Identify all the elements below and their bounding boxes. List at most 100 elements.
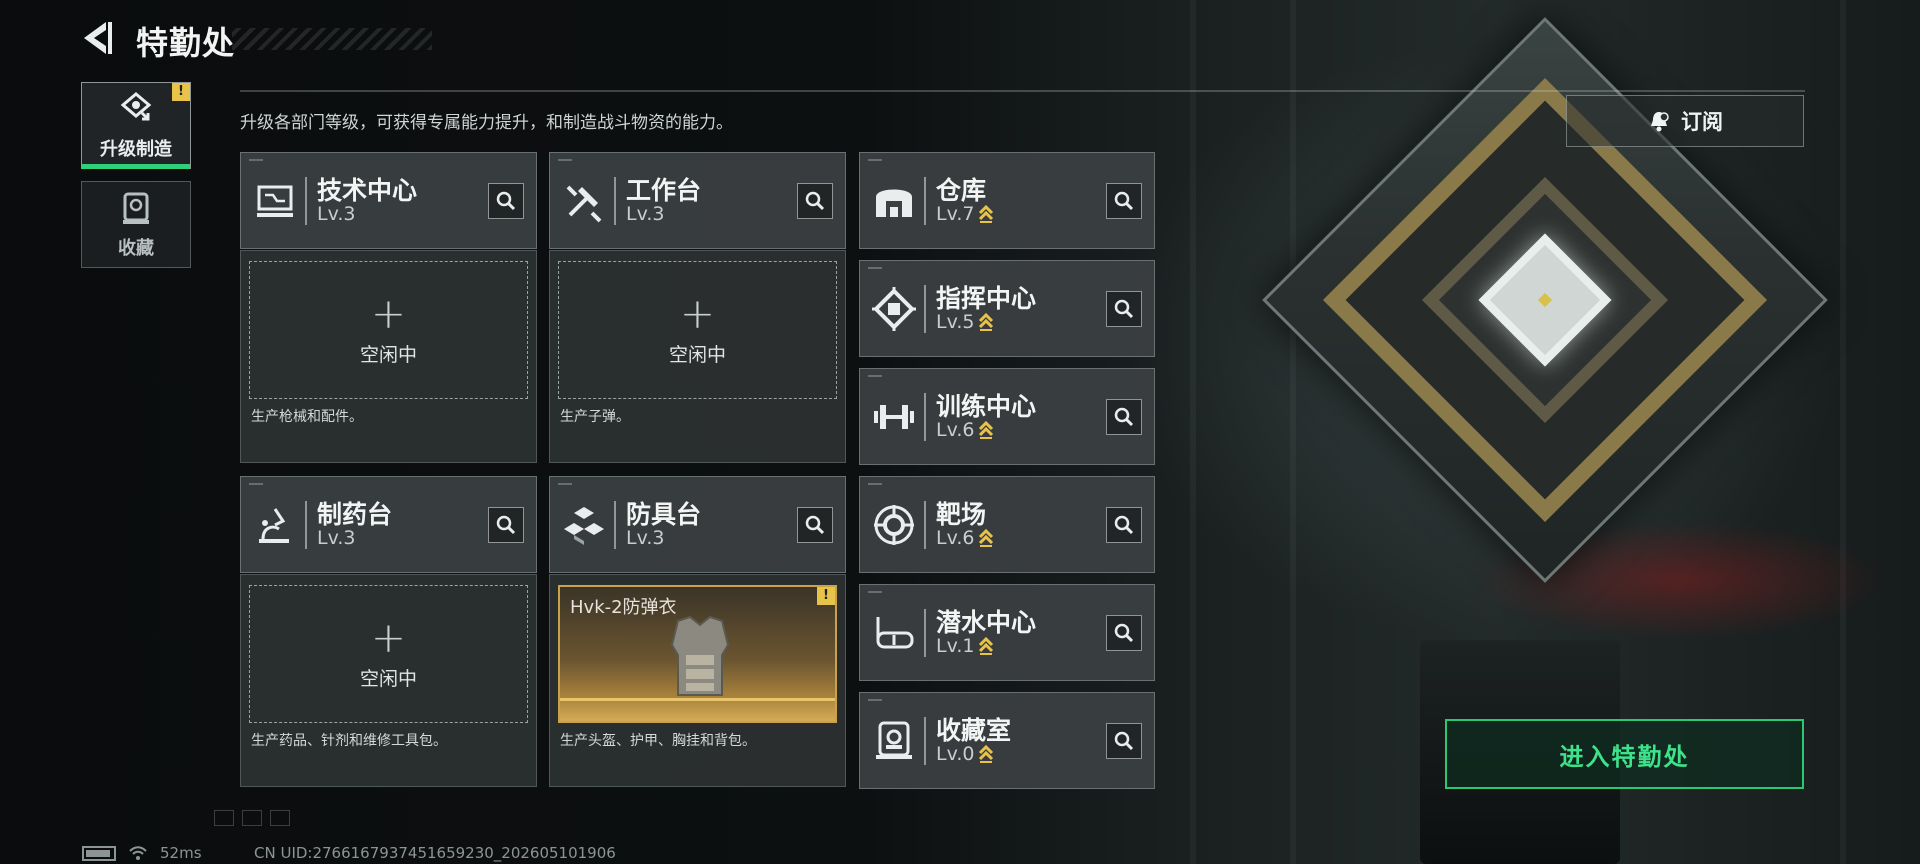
armor-bench-icon <box>564 507 604 545</box>
ping-value: 52ms <box>160 844 202 862</box>
dept-name: 制药台 <box>317 500 393 529</box>
production-panel-tech: + 空闲中 生产枪械和配件。 <box>240 250 537 463</box>
title-decoration <box>232 28 432 50</box>
subscribe-label: 订阅 <box>1681 110 1723 134</box>
dept-search-button[interactable] <box>797 183 833 219</box>
dept-level: Lv.6 <box>936 419 975 441</box>
dept-card-collection-room[interactable]: 收藏室 Lv.0 <box>859 692 1155 789</box>
search-icon <box>805 515 825 535</box>
dept-card-tech-center[interactable]: 技术中心 Lv.3 <box>240 152 537 249</box>
command-center-icon <box>872 287 916 331</box>
idle-status: 空闲中 <box>359 343 417 366</box>
dept-search-button[interactable] <box>1106 291 1142 327</box>
dept-card-armor-bench[interactable]: 防具台 Lv.3 <box>549 476 846 573</box>
pharmacy-icon <box>259 508 289 543</box>
add-icon: + <box>679 288 716 338</box>
dept-level: Lv.3 <box>317 203 356 225</box>
production-desc: 生产子弹。 <box>560 409 630 425</box>
search-icon <box>1114 515 1134 535</box>
idle-status: 空闲中 <box>359 667 417 690</box>
uid-text: CN UID:2766167937451659230_202605101906 <box>254 844 616 862</box>
upgrade-craft-icon <box>120 91 152 120</box>
dept-card-warehouse[interactable]: 仓库 Lv.7 <box>859 152 1155 249</box>
production-desc: 生产枪械和配件。 <box>251 409 363 425</box>
production-panel-armor: Hvk-2防弹衣 ! 生产头盔、护甲、胸挂和背包。 <box>549 574 846 787</box>
upgrade-arrow-icon <box>979 420 994 439</box>
upgrade-arrow-icon <box>979 204 994 223</box>
search-icon <box>1114 623 1134 643</box>
idle-slot-workbench[interactable]: + 空闲中 <box>558 261 837 399</box>
production-desc: 生产药品、针剂和维修工具包。 <box>251 733 447 749</box>
dept-level: Lv.7 <box>936 203 975 225</box>
training-center-icon <box>874 405 914 429</box>
tab-label: 升级制造 <box>100 138 172 160</box>
production-desc: 生产头盔、护甲、胸挂和背包。 <box>560 733 756 749</box>
collection-room-icon <box>876 721 912 759</box>
dept-name: 防具台 <box>626 500 702 529</box>
status-bar: 52ms <box>82 844 202 862</box>
dept-search-button[interactable] <box>1106 723 1142 759</box>
page-title: 特勤处 <box>136 24 236 62</box>
idle-slot-pharmacy[interactable]: + 空闲中 <box>249 585 528 723</box>
subscribe-button[interactable]: 订阅 <box>1566 95 1804 147</box>
dept-search-button[interactable] <box>1106 507 1142 543</box>
diving-center-icon <box>876 617 914 649</box>
progress-bar <box>560 698 835 701</box>
dept-name: 收藏室 <box>936 716 1012 745</box>
header-divider <box>240 90 1805 92</box>
dept-name: 指挥中心 <box>936 284 1037 313</box>
workbench-icon <box>566 185 602 223</box>
item-name: Hvk-2防弹衣 <box>570 597 677 618</box>
wifi-icon <box>129 846 147 860</box>
collection-icon <box>123 192 149 224</box>
dept-level: Lv.3 <box>626 527 665 549</box>
dept-name: 潜水中心 <box>936 608 1037 637</box>
tab-label: 收藏 <box>118 237 154 259</box>
search-icon <box>805 191 825 211</box>
dept-level: Lv.3 <box>626 203 665 225</box>
dept-search-button[interactable] <box>1106 183 1142 219</box>
dept-search-button[interactable] <box>488 183 524 219</box>
search-icon <box>496 191 516 211</box>
production-panel-pharmacy: + 空闲中 生产药品、针剂和维修工具包。 <box>240 574 537 787</box>
tab-collection[interactable]: 收藏 <box>81 181 191 268</box>
dept-name: 仓库 <box>936 176 987 205</box>
dept-search-button[interactable] <box>1106 399 1142 435</box>
shooting-range-icon <box>874 505 914 545</box>
dept-name: 训练中心 <box>936 392 1037 421</box>
dept-level: Lv.6 <box>936 527 975 549</box>
search-icon <box>496 515 516 535</box>
dept-card-pharmacy[interactable]: 制药台 Lv.3 <box>240 476 537 573</box>
back-button[interactable] <box>80 18 114 58</box>
dept-name: 工作台 <box>626 176 702 205</box>
dept-search-button[interactable] <box>1106 615 1142 651</box>
dept-card-diving-center[interactable]: 潜水中心 Lv.1 <box>859 584 1155 681</box>
dept-card-shooting-range[interactable]: 靶场 Lv.6 <box>859 476 1155 573</box>
dept-card-command-center[interactable]: 指挥中心 Lv.5 <box>859 260 1155 357</box>
dept-name: 技术中心 <box>317 176 418 205</box>
upgrade-arrow-icon <box>979 528 994 547</box>
enter-special-ops-button[interactable]: 进入特勤处 <box>1445 719 1804 789</box>
enter-button-label: 进入特勤处 <box>1559 742 1690 771</box>
warehouse-icon <box>876 189 912 217</box>
search-icon <box>1114 191 1134 211</box>
idle-slot-tech[interactable]: + 空闲中 <box>249 261 528 399</box>
dept-name: 靶场 <box>936 500 987 529</box>
dept-level: Lv.3 <box>317 527 356 549</box>
search-icon <box>1114 731 1134 751</box>
bell-icon <box>1651 112 1669 132</box>
dept-card-workbench[interactable]: 工作台 Lv.3 <box>549 152 846 249</box>
tab-upgrade-craft[interactable]: 升级制造 ! <box>81 82 191 169</box>
battery-icon <box>82 845 116 861</box>
add-icon: + <box>370 612 407 662</box>
dept-search-button[interactable] <box>797 507 833 543</box>
add-icon: + <box>370 288 407 338</box>
page-description: 升级各部门等级，可获得专属能力提升，和制造战斗物资的能力。 <box>240 113 733 133</box>
search-icon <box>1114 299 1134 319</box>
bottom-decoration <box>214 810 290 826</box>
tech-center-icon <box>257 185 293 217</box>
upgrade-arrow-icon <box>979 744 994 763</box>
production-item-armor[interactable]: Hvk-2防弹衣 ! <box>558 585 837 723</box>
dept-search-button[interactable] <box>488 507 524 543</box>
dept-card-training-center[interactable]: 训练中心 Lv.6 <box>859 368 1155 465</box>
